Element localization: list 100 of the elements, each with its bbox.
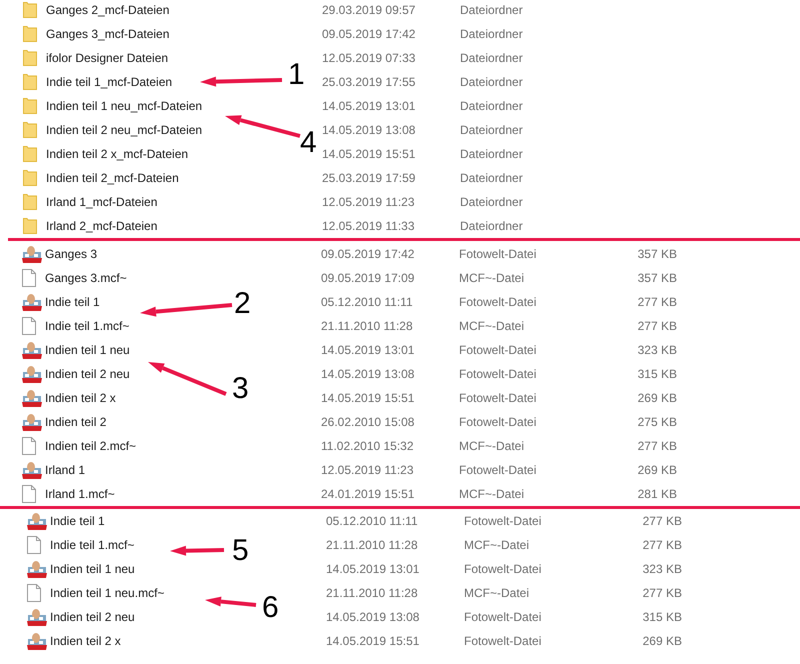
date-modified: 05.12.2010 11:11 (321, 294, 414, 311)
date-modified: 14.05.2019 15:51 (322, 146, 416, 163)
photo-book-icon (27, 560, 47, 578)
file-name[interactable]: Ganges 3 (45, 247, 98, 261)
date-modified: 14.05.2019 13:08 (322, 122, 416, 139)
date-modified: 21.11.2010 11:28 (326, 537, 419, 554)
file-name[interactable]: Indien teil 2_mcf-Dateien (46, 171, 179, 185)
file-name[interactable]: Indien teil 1 neu_mcf-Dateien (46, 99, 202, 113)
file-type: Dateiordner (460, 98, 524, 115)
file-type: MCF~-Datei (459, 438, 526, 455)
file-size: 277 KB (636, 294, 677, 311)
date-modified: 14.05.2019 13:01 (321, 342, 416, 359)
file-name[interactable]: Irland 1 (45, 463, 86, 477)
date-modified: 11.02.2010 15:32 (321, 438, 415, 455)
folder-icon (23, 170, 37, 186)
file-type: Fotowelt-Datei (459, 366, 538, 383)
file-name[interactable]: ifolor Designer Dateien (46, 51, 168, 65)
file-name[interactable]: Ganges 2_mcf-Dateien (46, 3, 170, 17)
folder-icon (23, 218, 37, 234)
document-icon (27, 584, 41, 602)
file-name[interactable]: Indie teil 1 (45, 295, 100, 309)
photo-book-icon (22, 413, 42, 431)
file-name[interactable]: Indien teil 2 (45, 415, 106, 429)
annotation-number: 3 (232, 374, 249, 404)
date-modified: 14.05.2019 13:08 (321, 366, 416, 383)
annotation-number: 5 (232, 536, 249, 566)
file-name[interactable]: Indien teil 2.mcf~ (45, 439, 136, 453)
file-name[interactable]: Indien teil 2 neu (45, 367, 130, 381)
date-modified: 05.12.2010 11:11 (326, 513, 419, 530)
file-size: 281 KB (636, 486, 677, 503)
date-modified: 12.05.2019 11:23 (322, 194, 416, 211)
photo-book-icon (22, 245, 42, 263)
file-size: 323 KB (642, 561, 682, 578)
date-modified: 09.05.2019 17:42 (321, 246, 416, 263)
file-name[interactable]: Indien teil 1 neu.mcf~ (50, 586, 164, 600)
file-size: 269 KB (642, 633, 682, 650)
file-name[interactable]: Indie teil 1.mcf~ (45, 319, 130, 333)
file-name[interactable]: Ganges 3.mcf~ (45, 271, 127, 285)
file-size: 277 KB (642, 585, 682, 602)
date-modified: 12.05.2019 11:23 (321, 462, 415, 479)
folder-icon (23, 50, 37, 66)
file-name[interactable]: Indien teil 2 neu_mcf-Dateien (46, 123, 202, 137)
annotation-number: 1 (288, 60, 305, 90)
file-type: Dateiordner (460, 50, 524, 67)
date-modified: 21.11.2010 11:28 (326, 585, 419, 602)
file-name[interactable]: Indien teil 2 x (45, 391, 116, 405)
file-type: Fotowelt-Datei (459, 246, 538, 263)
file-type: Fotowelt-Datei (459, 294, 538, 311)
photo-book-icon (22, 461, 42, 479)
file-size: 323 KB (636, 342, 677, 359)
file-type: MCF~-Datei (459, 318, 526, 335)
file-size: 269 KB (636, 390, 677, 407)
annotation-number: 2 (234, 289, 251, 319)
file-name[interactable]: Indie teil 1_mcf-Dateien (46, 75, 172, 89)
file-name[interactable]: Indien teil 2 x_mcf-Dateien (46, 147, 188, 161)
file-size: 277 KB (636, 318, 677, 335)
file-name[interactable]: Indien teil 2 neu (50, 610, 135, 624)
file-type: MCF~-Datei (459, 270, 526, 287)
document-icon (22, 269, 36, 287)
photo-book-icon (22, 389, 42, 407)
date-modified: 14.05.2019 13:01 (322, 98, 416, 115)
file-size: 315 KB (636, 366, 677, 383)
date-modified: 26.02.2010 15:08 (321, 414, 416, 431)
file-name[interactable]: Indien teil 1 neu (50, 562, 135, 576)
date-modified: 12.05.2019 07:33 (322, 50, 416, 67)
date-modified: 14.05.2019 13:01 (326, 561, 420, 578)
annotation-number: 6 (262, 593, 279, 623)
file-name[interactable]: Indien teil 1 neu (45, 343, 130, 357)
file-name[interactable]: Irland 1.mcf~ (45, 487, 115, 501)
file-name[interactable]: Indien teil 2 x (50, 634, 121, 648)
date-modified: 09.05.2019 17:42 (322, 26, 416, 43)
photo-book-icon (22, 365, 42, 383)
photo-book-icon (22, 341, 42, 359)
file-type: Dateiordner (460, 122, 524, 139)
file-type: Fotowelt-Datei (459, 462, 538, 479)
folder-icon (23, 194, 37, 210)
folder-icon (23, 122, 37, 138)
date-modified: 14.05.2019 15:51 (326, 633, 420, 650)
file-type: MCF~-Datei (459, 486, 526, 503)
date-modified: 12.05.2019 11:33 (322, 218, 416, 235)
file-type: MCF~-Datei (464, 585, 530, 602)
date-modified: 14.05.2019 15:51 (321, 390, 416, 407)
date-modified: 09.05.2019 17:09 (321, 270, 416, 287)
folder-icon (23, 146, 37, 162)
file-type: Fotowelt-Datei (459, 342, 538, 359)
file-name[interactable]: Indie teil 1.mcf~ (50, 538, 134, 552)
file-size: 357 KB (636, 270, 677, 287)
file-name[interactable]: Irland 2_mcf-Dateien (46, 219, 158, 233)
file-name[interactable]: Indie teil 1 (50, 514, 105, 528)
file-type: Dateiordner (460, 74, 524, 91)
file-size: 275 KB (636, 414, 677, 431)
photo-book-icon (27, 608, 47, 626)
file-type: Dateiordner (460, 218, 524, 235)
photo-book-icon (27, 632, 47, 650)
date-modified: 21.11.2010 11:28 (321, 318, 414, 335)
file-name[interactable]: Irland 1_mcf-Dateien (46, 195, 158, 209)
document-icon (22, 317, 36, 335)
document-icon (22, 485, 36, 503)
file-size: 277 KB (642, 537, 682, 554)
file-name[interactable]: Ganges 3_mcf-Dateien (46, 27, 170, 41)
